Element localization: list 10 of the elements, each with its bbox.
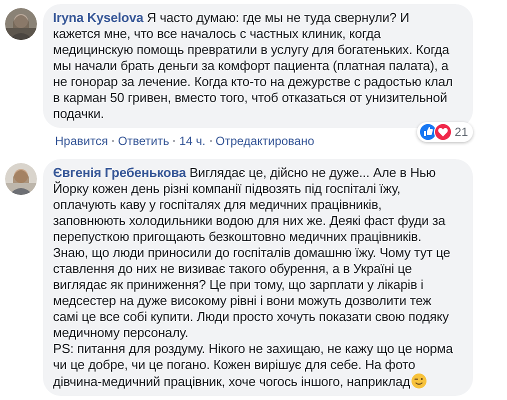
reactions-badge[interactable]: 21 (416, 122, 473, 142)
comment-action-link[interactable]: Нравится (55, 133, 108, 149)
comment-text: Iryna Kyselova Я часто думаю: где мы не туда свернули? И кажется мне, что все началось с частных клиник, когда медицинскую помощь превратили в услугу для богатеньких. Когда мы начали брать деньги за комфорт пациента (платная палата), а не гонорар за лечение. Когда кто-то на дежурстве с радостью клал в карман 50 гривен, вместо того, чтоб отказаться от унизительной подачки. (53, 10, 453, 122)
reaction-count: 21 (454, 124, 468, 141)
author-name[interactable]: Iryna Kyselova (53, 10, 144, 25)
edited-label[interactable]: Отредактировано (216, 133, 314, 149)
comment-text: Євгенія Гребенькова Виглядає це, дійсно не дуже... Але в Нью Йорку кожен день різні компанії підвозять під госпіталі їжу, оплачують каву у госпіталях для медичних працівників, заповнюють холодильники водою для них же. Деякі фаст фуди за перепусткою пригощають безкоштовно медичних працівників. Знаю, що люди приносили до госпіталів домашню їжу. Чому тут це ставлення до них не визиває такого обурення, а в Україні це виглядає як приниження? Це при тому, що зарплати у лікарів і медсестер на дуже високому рівні і вони можуть дозволити теж самі це все собі купити. Люди просто хочуть показати свою подяку медичному персоналу. PS: питання для роздуму. Нікого не захищаю, не кажу що це норма чи це добре, чи це погано. Кожен вирішує для себе. На фото дівчина-медичний працівник, хоче чогось іншого, наприклад (53, 165, 453, 390)
comment-action-link[interactable]: Ответить (118, 133, 170, 149)
author-name[interactable]: Євгенія Гребенькова (53, 165, 186, 180)
comment-time[interactable]: 14 ч. (179, 133, 206, 149)
